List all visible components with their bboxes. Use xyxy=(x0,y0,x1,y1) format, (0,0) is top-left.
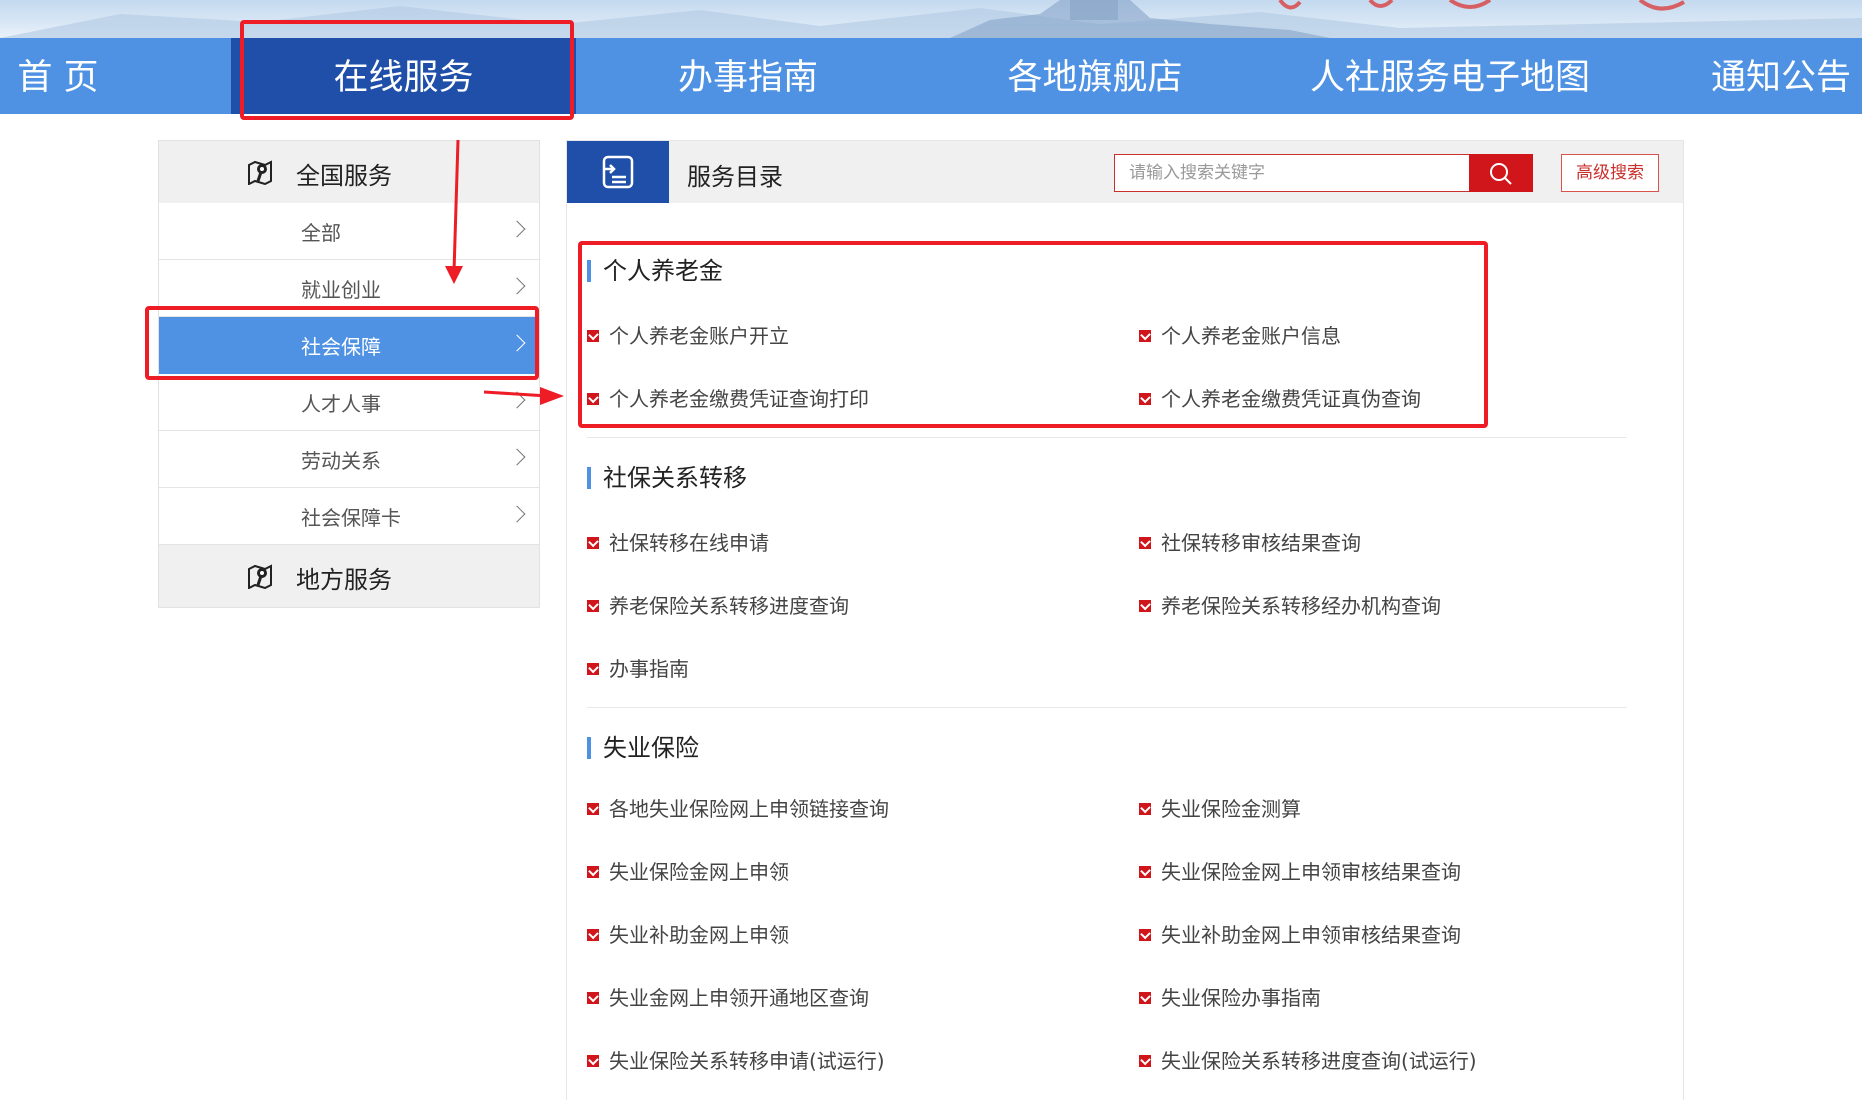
advanced-search-button[interactable]: 高级搜索 xyxy=(1561,154,1659,192)
arrow-bullet-icon xyxy=(1139,1055,1151,1067)
sidebar-local-title: 地方服务 xyxy=(296,566,392,594)
sidebar-item-employment[interactable]: 就业创业 xyxy=(159,260,539,317)
search-input[interactable] xyxy=(1114,154,1469,192)
arrow-bullet-icon xyxy=(1139,393,1151,405)
search-button[interactable] xyxy=(1469,154,1533,192)
catalog-header: 服务目录 高级搜索 xyxy=(567,141,1683,203)
sidebar-item-label: 社会保障 xyxy=(301,335,381,359)
sidebar-item-all[interactable]: 全部 xyxy=(159,203,539,260)
nav-service-guide[interactable]: 办事指南 xyxy=(628,38,868,114)
category-divider xyxy=(587,437,1627,438)
chevron-right-icon xyxy=(508,220,526,238)
top-navigation: 首 页 在线服务 办事指南 各地旗舰店 人社服务电子地图 通知公告 xyxy=(0,38,1862,114)
sidebar-item-label: 全部 xyxy=(301,221,341,245)
chevron-right-icon xyxy=(508,505,526,523)
sidebar-local-services[interactable]: 地方服务 xyxy=(159,545,539,607)
chevron-right-icon xyxy=(508,334,526,352)
arrow-bullet-icon xyxy=(1139,537,1151,549)
arrow-bullet-icon xyxy=(1139,330,1151,342)
nav-notices[interactable]: 通知公告 xyxy=(1700,38,1862,114)
arrow-bullet-icon xyxy=(1139,992,1151,1004)
chevron-right-icon xyxy=(508,391,526,409)
sidebar-item-labor-relations[interactable]: 劳动关系 xyxy=(159,431,539,488)
sidebar-item-label: 就业创业 xyxy=(301,278,381,302)
chevron-right-icon xyxy=(508,448,526,466)
arrow-bullet-icon xyxy=(1139,929,1151,941)
sidebar-item-label: 社会保障卡 xyxy=(301,506,401,530)
arrow-bullet-icon xyxy=(587,992,599,1004)
nav-home[interactable]: 首 页 xyxy=(0,38,116,114)
arrow-bullet-icon xyxy=(1139,866,1151,878)
catalog-icon-box xyxy=(567,141,669,203)
category-divider xyxy=(587,707,1627,708)
arrow-bullet-icon xyxy=(587,1055,599,1067)
category-title: 个人养老金 xyxy=(587,257,723,285)
arrow-bullet-icon xyxy=(587,866,599,878)
arrow-bullet-icon xyxy=(587,330,599,342)
category-title: 社保关系转移 xyxy=(587,464,747,492)
arrow-bullet-icon xyxy=(587,600,599,612)
search-icon xyxy=(1490,163,1512,185)
arrow-bullet-icon xyxy=(587,393,599,405)
great-wall-illustration xyxy=(0,0,1862,38)
nav-online-services[interactable]: 在线服务 xyxy=(231,38,576,114)
nav-flagship-stores[interactable]: 各地旗舰店 xyxy=(975,38,1215,114)
header-banner xyxy=(0,0,1862,38)
sidebar-item-label: 劳动关系 xyxy=(301,449,381,473)
arrow-bullet-icon xyxy=(1139,600,1151,612)
sidebar-item-social-security[interactable]: 社会保障 xyxy=(159,317,539,374)
arrow-bullet-icon xyxy=(587,663,599,675)
catalog-icon xyxy=(602,155,634,189)
sidebar-item-social-security-card[interactable]: 社会保障卡 xyxy=(159,488,539,545)
map-marker-icon xyxy=(248,564,272,589)
sidebar-national-services[interactable]: 全国服务 xyxy=(159,141,539,203)
service-sidebar: 全国服务 全部 就业创业 社会保障 人才人事 劳动关系 社会保障卡 地方服务 xyxy=(158,140,540,608)
sidebar-item-label: 人才人事 xyxy=(301,392,381,416)
sidebar-item-talent[interactable]: 人才人事 xyxy=(159,374,539,431)
sidebar-national-title: 全国服务 xyxy=(296,162,392,190)
nav-service-map[interactable]: 人社服务电子地图 xyxy=(1300,38,1600,114)
service-catalog-panel: 服务目录 高级搜索 个人养老金 个人养老金账户开立 个人养老金账户信息 个人养老… xyxy=(566,140,1684,1100)
arrow-bullet-icon xyxy=(587,929,599,941)
map-marker-icon xyxy=(248,160,272,185)
arrow-bullet-icon xyxy=(587,537,599,549)
arrow-bullet-icon xyxy=(1139,803,1151,815)
chevron-right-icon xyxy=(508,277,526,295)
arrow-bullet-icon xyxy=(587,803,599,815)
catalog-title: 服务目录 xyxy=(687,163,783,191)
category-title: 失业保险 xyxy=(587,734,699,762)
